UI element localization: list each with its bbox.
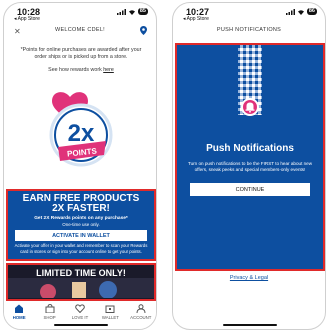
status-icons: 85 xyxy=(116,8,148,15)
push-notifications-panel: Push Notifications Turn on push notifica… xyxy=(175,43,325,271)
points-note: *Points for online purchases are awarded… xyxy=(20,47,142,60)
tab-home-label: HOME xyxy=(12,315,26,320)
signal-icon xyxy=(285,8,295,15)
heart-outline-icon xyxy=(75,304,85,313)
wifi-icon xyxy=(297,9,304,15)
top-header-right: PUSH NOTIFICATIONS xyxy=(173,27,325,43)
tab-home[interactable]: HOME xyxy=(4,301,34,329)
wallet-icon xyxy=(105,305,115,313)
bag-icon xyxy=(45,304,55,313)
rewards-prefix: See how rewards work xyxy=(48,67,104,73)
push-description: Turn on push notifications to be the FIR… xyxy=(187,161,313,172)
push-title: Push Notifications xyxy=(206,143,294,154)
battery-icon: 85 xyxy=(137,8,148,15)
push-notifications-screen: 10:27 ◂ App Store 86 PUSH NOTIFICATIONS xyxy=(172,2,326,330)
location-pin-icon[interactable] xyxy=(140,26,147,37)
continue-button[interactable]: CONTINUE xyxy=(190,183,310,196)
product-image xyxy=(8,278,154,299)
status-bar-right: 10:27 ◂ App Store 86 xyxy=(173,3,325,25)
limited-time-title: LIMITED TIME ONLY! xyxy=(36,268,126,278)
top-header: ✕ WELCOME CDEL! xyxy=(4,26,156,43)
battery-icon: 86 xyxy=(306,8,317,15)
push-notifications-header: PUSH NOTIFICATIONS xyxy=(216,27,282,33)
tab-love-it-label: LOVE IT xyxy=(71,315,89,320)
tab-account[interactable]: ACCOUNT xyxy=(126,301,156,329)
tab-shop-label: SHOP xyxy=(43,315,56,320)
privacy-legal-link[interactable]: Privacy & Legal xyxy=(173,275,325,281)
promo-title-2: 2X FASTER! xyxy=(52,203,110,214)
gingham-ribbon-graphic xyxy=(238,45,262,116)
activate-in-wallet-button[interactable]: ACTIVATE IN WALLET xyxy=(15,230,147,241)
status-icons-right: 86 xyxy=(285,8,317,15)
rewards-line: See how rewards work here xyxy=(14,67,148,74)
back-to-app-store-right[interactable]: ◂ App Store xyxy=(183,16,209,22)
home-screen: 10:28 ◂ App Store 85 ✕ WELCOME CDEL! *Po… xyxy=(3,2,157,330)
signal-icon xyxy=(116,8,126,15)
home-icon xyxy=(15,304,24,313)
back-to-app-store[interactable]: ◂ App Store xyxy=(14,16,40,22)
promo-subtitle: Get 2X Rewards points on any purchase* xyxy=(34,216,128,221)
welcome-title: WELCOME CDEL! xyxy=(54,27,106,33)
limited-time-banner[interactable]: LIMITED TIME ONLY! xyxy=(6,263,156,301)
home-indicator-right xyxy=(223,324,277,326)
tab-wallet-label: WALLET xyxy=(101,315,119,320)
close-icon[interactable]: ✕ xyxy=(14,27,21,36)
status-bar: 10:28 ◂ App Store 85 xyxy=(4,3,156,25)
tab-account-label: ACCOUNT xyxy=(130,315,152,320)
rewards-here-link[interactable]: here xyxy=(103,67,114,73)
double-points-graphic: 2x POINTS xyxy=(42,75,120,174)
wifi-icon xyxy=(128,9,135,15)
promo-fine-print: Activate your offer in your wallet and r… xyxy=(14,243,148,254)
promo-limit: One-time use only. xyxy=(62,222,100,227)
user-icon xyxy=(136,304,146,313)
home-indicator xyxy=(54,324,108,326)
promo-card: EARN FREE PRODUCTS 2X FASTER! Get 2X Rew… xyxy=(6,189,156,261)
